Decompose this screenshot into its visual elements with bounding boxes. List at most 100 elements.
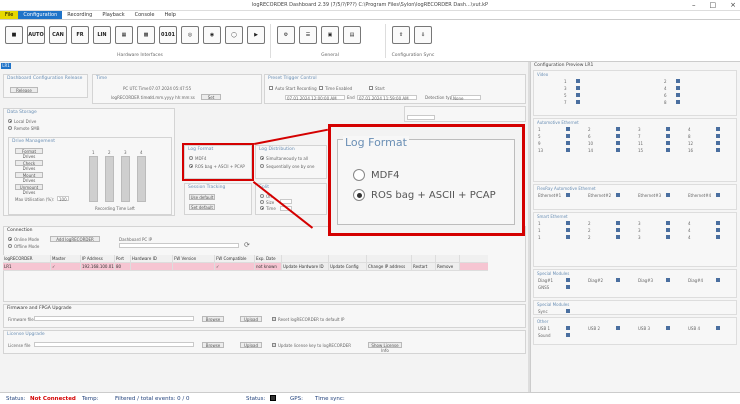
config-section: Other USB 1 USB 2 USB 3 USB 4 Sound — [533, 317, 737, 345]
config-status-icon — [616, 221, 620, 225]
license-upload-button[interactable]: Upload — [240, 342, 262, 348]
simultaneous-radio[interactable] — [260, 156, 264, 160]
max-util-field[interactable]: 100 — [57, 196, 69, 202]
release-button[interactable]: Release — [10, 87, 38, 93]
flexray-icon[interactable]: FR — [71, 26, 89, 44]
zoom-mdf4-radio[interactable] — [353, 169, 365, 181]
gps-label: GPS: — [290, 396, 303, 402]
dashboard-pc-ip-select[interactable] — [119, 243, 239, 248]
lin-icon[interactable]: LIN — [93, 26, 111, 44]
menu-help[interactable]: Help — [159, 11, 180, 19]
audio-icon[interactable]: ▶ — [247, 26, 265, 44]
config-status-icon — [566, 285, 570, 289]
remote-smb-radio[interactable] — [8, 126, 12, 130]
menu-file[interactable]: File — [0, 11, 19, 19]
end-time-field[interactable]: 07.01.2024 11:59:00 AM — [357, 95, 417, 101]
firmware-file-field[interactable] — [34, 316, 194, 321]
unmount-drives-button[interactable]: Unmount Drives — [15, 184, 43, 195]
local-drive-radio[interactable] — [8, 119, 12, 123]
gps-icon[interactable]: ◎ — [181, 26, 199, 44]
firmware-upload-button[interactable]: Upload — [240, 316, 262, 322]
firmware-browse-button[interactable]: Browse — [202, 316, 224, 322]
start-checkbox[interactable] — [369, 86, 373, 90]
close-icon[interactable]: × — [730, 1, 736, 9]
license-update-checkbox[interactable] — [272, 343, 276, 347]
config-status-icon — [566, 235, 570, 239]
zoom-rosbag-radio[interactable] — [353, 189, 365, 201]
set-default-button[interactable]: Set default — [189, 204, 215, 210]
menu-configuration[interactable]: Configuration — [18, 11, 63, 19]
col-hardware-id: Hardware ID — [131, 255, 173, 262]
show-license-button[interactable]: Show License Info — [368, 342, 402, 353]
reset-ip-checkbox[interactable] — [272, 317, 276, 321]
format-drives-button[interactable]: Format Drives — [15, 148, 43, 159]
config-item-label: Diag#1 — [538, 278, 554, 283]
lidar-icon[interactable]: ◯ — [225, 26, 243, 44]
config-status-icon — [616, 235, 620, 239]
config-status-icon — [716, 193, 720, 197]
detection-type-select[interactable]: None — [451, 95, 481, 101]
update-config-button[interactable]: Update Config — [329, 263, 367, 270]
auto-start-checkbox[interactable] — [269, 86, 273, 90]
network-icon[interactable]: ▦ — [115, 26, 133, 44]
update-hardware-id-button[interactable]: Update Hardware ID — [282, 263, 329, 270]
table-row[interactable]: LR1 ✓ 192.168.100.01 80 ✓ not known Upda… — [3, 263, 488, 271]
recording-time-left: Recording Time Left — [95, 206, 135, 211]
split-time-radio[interactable] — [260, 206, 264, 210]
online-mode-radio[interactable] — [8, 237, 12, 241]
restart-button[interactable]: Restart — [412, 263, 436, 270]
sequential-radio[interactable] — [260, 164, 264, 168]
menu-recording[interactable]: Recording — [62, 11, 97, 19]
set-time-button[interactable]: Set — [201, 94, 221, 100]
camera-icon[interactable]: ■ — [5, 26, 23, 44]
logrecorder-time-value[interactable]: dd.mm.yyyy hh:mm:ss — [149, 95, 195, 100]
session-tracking-panel: Session Tracking Use default Set default — [184, 183, 252, 215]
config-status-icon — [576, 79, 580, 83]
config-item-label: 4 — [688, 228, 691, 233]
ethernet-icon[interactable]: ▩ — [137, 26, 155, 44]
license-browse-button[interactable]: Browse — [202, 342, 224, 348]
time-enabled-checkbox[interactable] — [319, 86, 323, 90]
change-ip-button[interactable]: Change IP address — [367, 263, 412, 270]
start-time-field[interactable]: 07.01.2024 12:00:00 AM — [285, 95, 345, 101]
config-status-icon — [616, 148, 620, 152]
use-default-button[interactable]: Use default — [189, 194, 215, 200]
storage-icon[interactable]: ☰ — [299, 26, 317, 44]
config-status-icon — [666, 193, 670, 197]
automotive-ethernet-icon[interactable]: AUTO — [27, 26, 45, 44]
check-drives-button[interactable]: Check Drives — [15, 160, 43, 171]
mount-drives-button[interactable]: Mount Drives — [15, 172, 43, 183]
refresh-icon[interactable]: ⟳ — [244, 241, 250, 249]
menu-playback[interactable]: Playback — [97, 11, 129, 19]
split-size-radio[interactable] — [260, 200, 264, 204]
can-icon[interactable]: CAN — [49, 26, 67, 44]
log-distribution-panel: Log Distribution Simultaneously to all S… — [255, 145, 327, 179]
minimize-icon[interactable]: – — [692, 1, 696, 9]
maximize-icon[interactable]: □ — [710, 1, 717, 9]
config-item-label: 2 — [588, 228, 591, 233]
settings-icon[interactable]: ⚙ — [277, 26, 295, 44]
notes-icon[interactable]: ▤ — [343, 26, 361, 44]
tab-lr1[interactable]: LR1 — [1, 63, 11, 69]
config-item-label: 1 — [564, 79, 567, 84]
add-logrecorder-button[interactable]: Add logRECORDER — [50, 236, 100, 242]
config-status-icon — [716, 235, 720, 239]
message-icon[interactable]: ▣ — [321, 26, 339, 44]
cell-port[interactable]: 80 — [115, 263, 131, 270]
download-icon[interactable]: ⇩ — [414, 26, 432, 44]
session-select[interactable] — [407, 115, 435, 120]
config-status-icon — [576, 100, 580, 104]
cell-ip-address[interactable]: 192.168.100.01 — [81, 263, 115, 270]
license-file-field[interactable] — [34, 342, 194, 347]
sensor-icon[interactable]: ◉ — [203, 26, 221, 44]
remove-button[interactable]: Remove — [436, 263, 460, 270]
offline-mode-radio[interactable] — [8, 244, 12, 248]
remote-smb-label: Remote SMB — [14, 126, 40, 131]
serial-icon[interactable]: 0101 — [159, 26, 177, 44]
split-off-radio[interactable] — [260, 194, 264, 198]
upload-icon[interactable]: ⇧ — [392, 26, 410, 44]
lin-label: LIN — [97, 32, 107, 38]
menu-console[interactable]: Console — [130, 11, 160, 19]
cell-master[interactable]: ✓ — [51, 263, 81, 270]
config-item-label: 13 — [538, 148, 544, 153]
